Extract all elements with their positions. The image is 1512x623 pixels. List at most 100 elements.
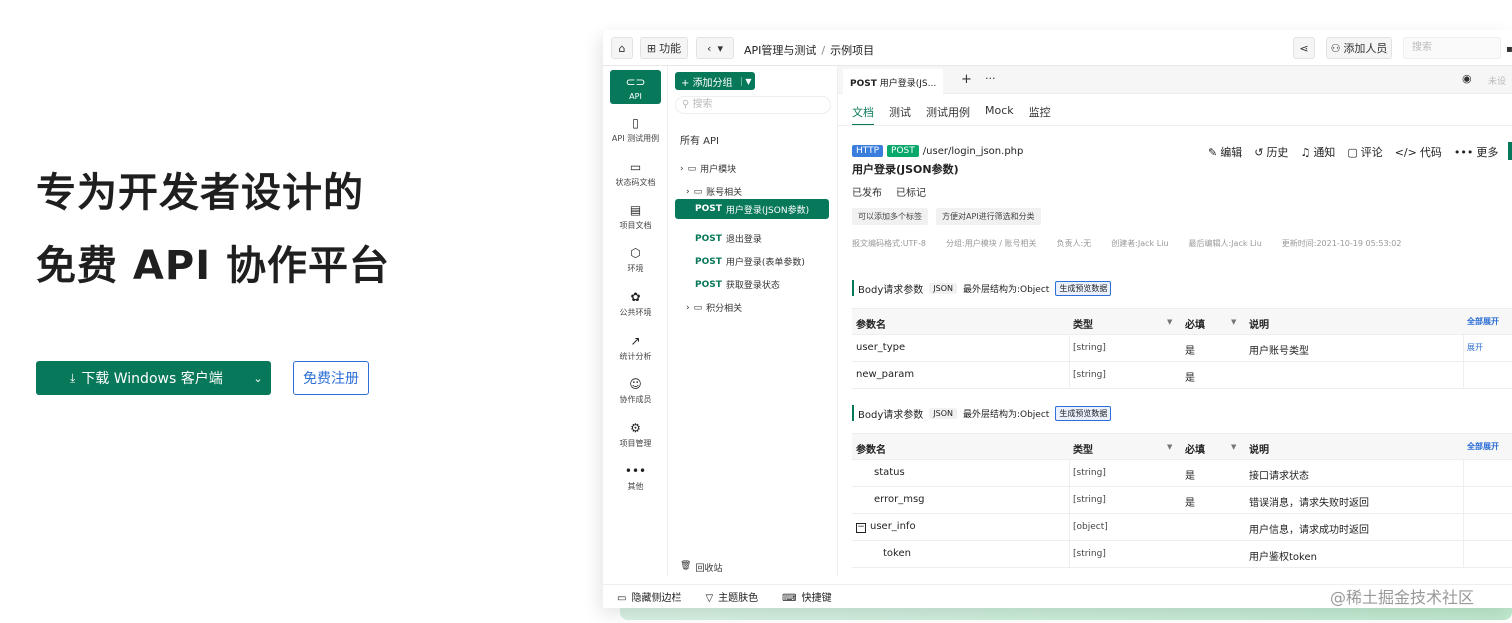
tab-mock[interactable]: Mock (985, 104, 1014, 126)
edit-button[interactable]: ✎ 编辑 (1208, 144, 1242, 160)
add-member-button[interactable]: ⚇ 添加人员 (1326, 37, 1392, 59)
param-desc: 用户鉴权token (1249, 552, 1317, 563)
method-badge: POST (695, 256, 722, 267)
tree-folder[interactable]: › ▭ 用户模块 (680, 162, 736, 176)
api-detail-panel: POST 用户登录(JS... + ··· ◉ 未设 文档 测试 测试用例 Mo… (838, 66, 1512, 576)
nav-label: API (629, 92, 642, 101)
expand-all-link[interactable]: 全部展开 (1467, 316, 1499, 327)
features-button[interactable]: ⊞ 功能 (640, 37, 688, 59)
status-published[interactable]: 已发布 (852, 184, 882, 199)
register-button[interactable]: 免费注册 (293, 361, 369, 395)
nav-item-members[interactable]: ☺ 协作成员 (610, 377, 661, 405)
body-params-section: Body请求参数 JSON 最外层结构为:Object 生成预览数据 参数名 类… (852, 280, 1512, 389)
share-icon[interactable]: ⋖ (1293, 37, 1315, 59)
chevron-right-icon: › (686, 302, 690, 313)
filter-icon[interactable]: ▼ (1167, 443, 1172, 451)
nav-item-other[interactable]: ••• 其他 (610, 464, 661, 492)
notify-button[interactable]: ♫ 通知 (1300, 144, 1335, 160)
code-icon: </> (1394, 146, 1417, 159)
tab-test[interactable]: 测试 (889, 104, 911, 126)
history-button[interactable]: ↺ 历史 (1254, 144, 1288, 160)
tab-monitor[interactable]: 监控 (1029, 104, 1051, 126)
breadcrumb-item[interactable]: API管理与测试 (744, 44, 816, 57)
breadcrumb-item[interactable]: 示例项目 (830, 44, 874, 57)
param-name: token (883, 548, 911, 559)
param-name: new_param (856, 369, 915, 380)
nav-item-project-docs[interactable]: ▤ 项目文档 (610, 203, 661, 231)
nav-item-api[interactable]: ⊂⊃ API (610, 70, 661, 104)
clipboard-icon: ▯ (632, 116, 639, 130)
top-search-input[interactable]: 搜索 (1403, 37, 1501, 59)
theme-button[interactable]: ▽ 主题肤色 (705, 589, 758, 604)
primary-action-edge[interactable] (1508, 142, 1512, 160)
caret-down-icon[interactable]: ▼ (741, 76, 755, 86)
action-bar: ✎ 编辑 ↺ 历史 ♫ 通知 ▢ 评论 </> 代码 ••• 更多 (1208, 144, 1498, 160)
download-label: 下载 Windows 客户端 (81, 371, 223, 387)
nav-item-env[interactable]: ⬡ 环境 (610, 246, 661, 274)
hide-sidebar-button[interactable]: ▭ 隐藏侧边栏 (617, 589, 681, 604)
tag[interactable]: 可以添加多个标签 (852, 208, 928, 225)
more-button[interactable]: ••• 更多 (1454, 144, 1498, 160)
table-row: new_param [string] 是 (852, 362, 1512, 389)
col-required: 必填 (1185, 445, 1205, 456)
chevron-down-icon[interactable]: ⌄ (245, 372, 271, 385)
status-marked[interactable]: 已标记 (896, 184, 926, 199)
table-row: user_type [string] 是 用户账号类型 展开 (852, 335, 1512, 362)
tree-folder[interactable]: › ▭ 积分相关 (686, 301, 742, 315)
generate-preview-button[interactable]: 生成预览数据 (1055, 405, 1112, 421)
param-name: error_msg (874, 494, 925, 505)
nav-item-stats[interactable]: ↗ 统计分析 (610, 334, 661, 362)
tab-title: 用户登录(JS... (879, 79, 937, 89)
cell-divider (1069, 362, 1070, 388)
comment-label: 评论 (1360, 146, 1383, 159)
recycle-bin[interactable]: 🗑 回收站 (680, 561, 722, 574)
tree-search-input[interactable]: ⚲ 搜索 (675, 96, 831, 114)
add-user-icon: ⚇ (1330, 41, 1341, 55)
expand-all-link[interactable]: 全部展开 (1467, 441, 1499, 452)
tab-docs[interactable]: 文档 (852, 104, 874, 126)
filter-icon[interactable]: ▼ (1231, 318, 1236, 326)
collapse-icon[interactable]: − (856, 523, 866, 533)
nav-label: API 测试用例 (611, 134, 660, 143)
more-label: 更多 (1476, 146, 1499, 159)
code-button[interactable]: </> 代码 (1395, 144, 1442, 160)
more-icon[interactable]: ··· (985, 72, 996, 85)
eye-icon[interactable]: ◉ (1462, 72, 1472, 85)
nav-label: 项目管理 (619, 439, 652, 448)
caret-down-icon: ▾ (717, 41, 723, 55)
nav-item-status-codes[interactable]: ▭ 状态码文档 (610, 160, 661, 188)
back-button[interactable]: ‹ ▾ (696, 37, 734, 59)
home-icon[interactable]: ⌂ (611, 37, 633, 59)
structure-label: 最外层结构为:Object (962, 409, 1050, 420)
nav-item-test-cases[interactable]: ▯ API 测试用例 (610, 116, 661, 144)
features-label: 功能 (659, 42, 682, 55)
table-header: 参数名 类型 ▼ 必填 ▼ 说明 全部展开 (852, 434, 1512, 460)
shortcuts-button[interactable]: ⌨ 快捷键 (782, 589, 831, 604)
all-api-item[interactable]: 所有 API (680, 132, 719, 147)
tree-api-item[interactable]: POST 用户登录(表单参数) (695, 255, 805, 269)
tab-test-cases[interactable]: 测试用例 (926, 104, 970, 126)
tag[interactable]: 方便对API进行筛选和分类 (936, 208, 1041, 225)
tree-folder[interactable]: › ▭ 账号相关 (686, 185, 742, 199)
tab-api-detail[interactable]: POST 用户登录(JS... (843, 69, 943, 94)
tree-api-item-selected[interactable]: POST 用户登录(JSON参数) (675, 199, 829, 219)
filter-icon[interactable]: ▼ (1167, 318, 1172, 326)
param-name: user_type (856, 342, 906, 353)
add-group-button[interactable]: + 添加分组 ▼ (675, 72, 755, 90)
nav-item-project-manage[interactable]: ⚙ 项目管理 (610, 421, 661, 449)
theme-label: 主题肤色 (718, 593, 759, 604)
nav-item-public-env[interactable]: ✿ 公共环境 (610, 290, 661, 318)
filter-icon[interactable]: ▼ (1231, 443, 1236, 451)
response-params-section: Body请求参数 JSON 最外层结构为:Object 生成预览数据 参数名 类… (852, 405, 1512, 568)
tree-api-item[interactable]: POST 退出登录 (695, 232, 762, 246)
generate-preview-button[interactable]: 生成预览数据 (1055, 280, 1112, 296)
param-desc: 错误消息，请求失败时返回 (1249, 498, 1369, 509)
tree-search-placeholder: 搜索 (692, 99, 713, 110)
comment-button[interactable]: ▢ 评论 (1347, 144, 1382, 160)
add-tab-icon[interactable]: + (961, 72, 972, 87)
tree-api-item[interactable]: POST 获取登录状态 (695, 278, 780, 292)
env-selector[interactable]: 未设 (1488, 74, 1506, 87)
expand-link[interactable]: 展开 (1467, 342, 1483, 353)
download-windows-button[interactable]: ⤓ 下载 Windows 客户端 ⌄ (36, 361, 271, 395)
download-icon: ⤓ (70, 370, 76, 385)
